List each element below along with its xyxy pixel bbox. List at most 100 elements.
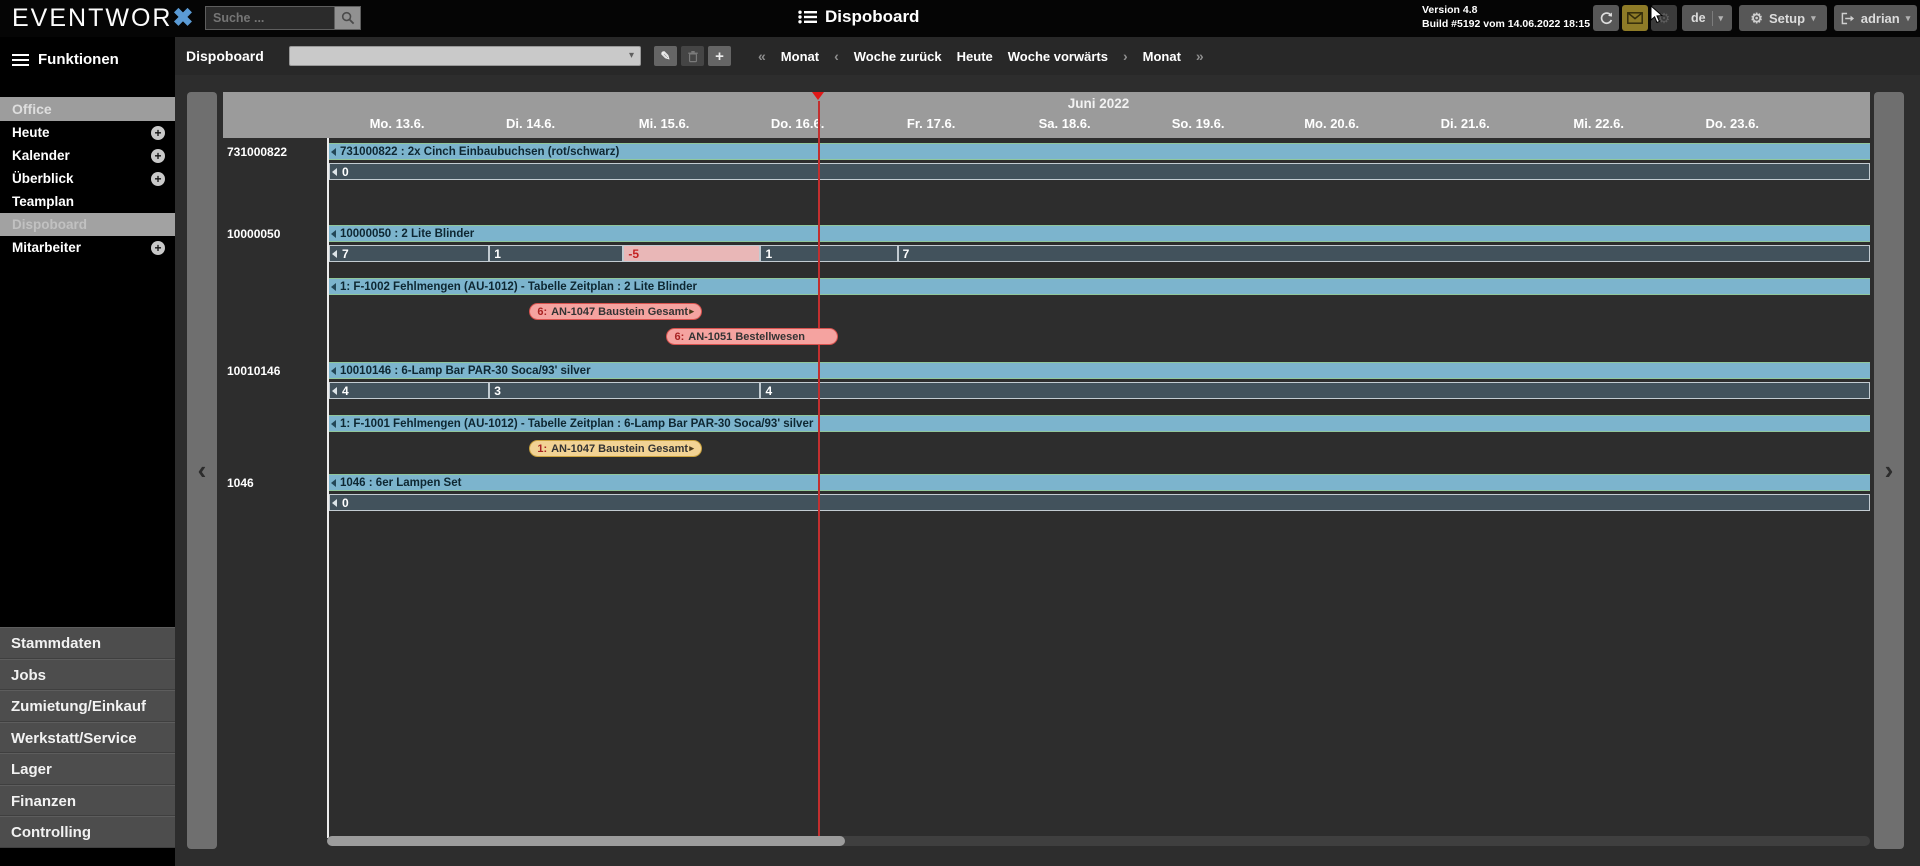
shortage-bar-label: 1: F-1001 Fehlmengen (AU-1012) - Tabelle… — [340, 417, 814, 430]
nav-chevron-icon[interactable]: ‹ — [834, 48, 839, 64]
availability-row: 0 — [329, 494, 1870, 511]
nav-chevron-icon[interactable]: « — [758, 48, 766, 64]
nav-chevron-icon[interactable]: » — [1196, 48, 1204, 64]
global-search — [205, 6, 361, 30]
chevron-down-icon: ▾ — [1811, 12, 1816, 23]
shortage-bar-label: 1: F-1002 Fehlmengen (AU-1012) - Tabelle… — [340, 280, 697, 293]
shortage-bar[interactable]: 1: F-1002 Fehlmengen (AU-1012) - Tabelle… — [329, 278, 1870, 295]
nav-chevron-icon[interactable]: › — [1123, 48, 1128, 64]
item-bar[interactable]: 10000050 : 2 Lite Blinder — [329, 225, 1870, 242]
sidebar-bottom-item-jobs[interactable]: Jobs — [0, 658, 175, 690]
nav-link-monat[interactable]: Monat — [781, 49, 819, 64]
board-select[interactable]: ▾ — [289, 46, 641, 66]
sidebar-item-überblick[interactable]: Überblick + — [0, 167, 175, 190]
left-continue-icon — [331, 282, 336, 291]
divider — [1711, 10, 1713, 26]
sidebar-item-dispoboard[interactable]: Dispoboard — [0, 213, 175, 236]
sidebar-bottom-item-controlling[interactable]: Controlling — [0, 816, 175, 848]
user-dropdown[interactable]: adrian ▾ — [1834, 5, 1917, 31]
availability-cell: 1 — [489, 245, 624, 262]
left-continue-icon — [331, 419, 336, 428]
right-continue-icon: ▸ — [689, 443, 694, 453]
sidebar-item-mitarbeiter[interactable]: Mitarbeiter + — [0, 236, 175, 259]
left-continue-icon — [331, 229, 336, 238]
badge-number: 6: — [537, 305, 548, 318]
refresh-button[interactable] — [1593, 5, 1619, 31]
badge-label: AN-1047 Baustein Gesamt — [551, 305, 689, 318]
logo-x-icon: ✖ — [172, 4, 196, 32]
gear-icon: ⚙ — [1750, 10, 1763, 26]
sidebar-item-label: Teamplan — [12, 194, 75, 209]
sidebar-bottom-item-stammdaten[interactable]: Stammdaten — [0, 627, 175, 659]
chevron-down-icon: ▾ — [1905, 12, 1911, 23]
horizontal-scrollbar[interactable] — [327, 836, 1870, 846]
item-bar-label: 731000822 : 2x Cinch Einbaubuchsen (rot/… — [340, 145, 620, 158]
nav-link-monat[interactable]: Monat — [1143, 49, 1181, 64]
calendar-header: Juni 2022 Mo. 13.6. Di. 14.6. Mi. 15.6. Do.… — [223, 92, 1870, 138]
nav-link-heute[interactable]: Heute — [957, 49, 993, 64]
availability-cell: 1 — [760, 245, 898, 262]
search-button[interactable] — [335, 6, 361, 30]
edit-board-button[interactable]: ✎ — [654, 46, 677, 66]
plus-icon: + — [715, 47, 724, 65]
day-header-label: Do. 16.6. — [770, 116, 825, 131]
sidebar-item-label: Kalender — [12, 148, 70, 163]
delete-board-button[interactable] — [681, 46, 704, 66]
chevron-down-icon: ▾ — [1718, 12, 1724, 23]
search-icon — [341, 11, 354, 25]
sidebar-item-teamplan[interactable]: Teamplan — [0, 190, 175, 213]
day-header-label: Fr. 17.6. — [906, 116, 956, 131]
functions-menu-header[interactable]: Funktionen — [0, 37, 175, 82]
shortage-bar[interactable]: 1: F-1001 Fehlmengen (AU-1012) - Tabelle… — [329, 415, 1870, 432]
dispo-group-1046: 1046 1046 : 6er Lampen Set 0 — [227, 474, 1870, 511]
item-bar-label: 1046 : 6er Lampen Set — [340, 476, 462, 489]
order-badge[interactable]: 6: AN-1047 Baustein Gesamt ▸ — [529, 303, 702, 320]
expand-plus-icon[interactable]: + — [151, 240, 165, 255]
dispoboard-toolbar: Dispoboard ▾ ✎ + « Monat ‹ Woche zurück Heut… — [175, 37, 1920, 75]
search-input[interactable] — [205, 6, 335, 30]
add-board-button[interactable]: + — [708, 46, 731, 66]
sidebar-item-kalender[interactable]: Kalender + — [0, 144, 175, 167]
item-bar[interactable]: 1046 : 6er Lampen Set — [329, 474, 1870, 491]
order-badge[interactable]: 6: AN-1051 Bestellwesen — [666, 328, 838, 345]
badge-label: AN-1051 Bestellwesen — [688, 330, 806, 343]
sidebar-bottom-item-finanzen[interactable]: Finanzen — [0, 784, 175, 816]
nav-link-woche-vorwärts[interactable]: Woche vorwärts — [1008, 49, 1108, 64]
nav-link-woche-zurück[interactable]: Woche zurück — [854, 49, 942, 64]
scroll-left-strip[interactable]: ‹ — [187, 92, 217, 849]
top-bar: EVENTWOR✖ Dispoboard Version 4.8 Build #… — [0, 0, 1920, 37]
sidebar-item-label: Dispoboard — [12, 217, 88, 232]
badge-number: 1: — [537, 442, 548, 455]
setup-dropdown[interactable]: ⚙ Setup ▾ — [1739, 5, 1827, 31]
sidebar-office-items: Heute + Kalender + Überblick + Teamplan Dispobo… — [0, 121, 175, 259]
language-dropdown[interactable]: de ▾ — [1682, 5, 1732, 31]
messages-button[interactable] — [1622, 5, 1648, 31]
left-continue-icon — [331, 366, 336, 375]
sidebar-bottom-item-werkstatt-service[interactable]: Werkstatt/Service — [0, 721, 175, 753]
trash-icon — [687, 50, 698, 62]
item-bar[interactable]: 10010146 : 6-Lamp Bar PAR-30 Soca/93' si… — [329, 362, 1870, 379]
month-label: Juni 2022 — [1067, 96, 1130, 111]
item-bar[interactable]: 731000822 : 2x Cinch Einbaubuchsen (rot/… — [329, 143, 1870, 160]
expand-plus-icon[interactable]: + — [151, 171, 165, 186]
sidebar-bottom-item-lager[interactable]: Lager — [0, 753, 175, 785]
availability-value: 1 — [494, 246, 501, 261]
left-continue-icon — [332, 386, 337, 395]
availability-cell: 0 — [329, 494, 1870, 511]
availability-row: 4 3 4 — [329, 382, 1870, 399]
sidebar-item-heute[interactable]: Heute + — [0, 121, 175, 144]
availability-cell: 4 — [329, 382, 490, 399]
expand-plus-icon[interactable]: + — [151, 125, 165, 140]
sidebar-bottom-item-zumietung-einkauf[interactable]: Zumietung/Einkauf — [0, 690, 175, 722]
dispo-group-10010146: 10010146 10010146 : 6-Lamp Bar PAR-30 Soc… — [227, 362, 1870, 457]
envelope-icon — [1627, 12, 1643, 24]
version-line: Version 4.8 — [1422, 4, 1478, 16]
order-badge[interactable]: 1: AN-1047 Baustein Gesamt ▸ — [529, 440, 702, 457]
row-label: 10010146 — [227, 364, 281, 378]
scroll-right-strip[interactable]: › — [1874, 92, 1904, 849]
page-title-text: Dispoboard — [825, 7, 920, 26]
scrollbar-thumb[interactable] — [327, 836, 845, 846]
expand-plus-icon[interactable]: + — [151, 148, 165, 163]
day-header-label: So. 19.6. — [1171, 116, 1225, 131]
dispo-groups: 731000822 731000822 : 2x Cinch Einbaubuch… — [227, 143, 1870, 556]
